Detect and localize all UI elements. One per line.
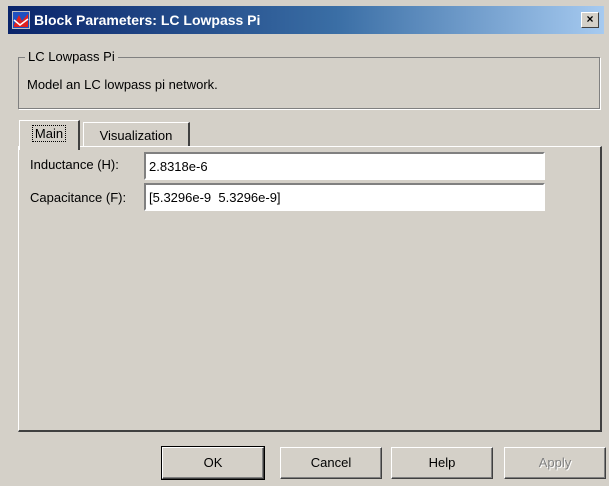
- inductance-label: Inductance (H):: [30, 157, 119, 172]
- tab-visualization[interactable]: Visualization: [83, 122, 190, 148]
- group-legend: LC Lowpass Pi: [25, 49, 118, 65]
- description-group: LC Lowpass Pi Model an LC lowpass pi net…: [18, 49, 600, 109]
- close-icon[interactable]: ×: [581, 12, 599, 28]
- group-description: Model an LC lowpass pi network.: [27, 77, 218, 92]
- tab-main[interactable]: Main: [19, 120, 80, 150]
- capacitance-label: Capacitance (F):: [30, 190, 127, 205]
- ok-button[interactable]: OK: [161, 446, 265, 480]
- main-tab-panel: Inductance (H): Capacitance (F):: [18, 146, 602, 432]
- tab-visualization-label: Visualization: [99, 128, 173, 143]
- cancel-button[interactable]: Cancel: [280, 447, 382, 479]
- title-bar[interactable]: Block Parameters: LC Lowpass Pi ×: [8, 6, 604, 34]
- apply-button[interactable]: Apply: [504, 447, 606, 479]
- inductance-input[interactable]: [144, 152, 545, 180]
- dialog-window: Block Parameters: LC Lowpass Pi × LC Low…: [0, 0, 609, 486]
- tab-main-label: Main: [31, 125, 67, 142]
- simulink-block-icon: [12, 11, 30, 29]
- capacitance-input[interactable]: [144, 183, 545, 211]
- help-button[interactable]: Help: [391, 447, 493, 479]
- window-title: Block Parameters: LC Lowpass Pi: [34, 12, 261, 28]
